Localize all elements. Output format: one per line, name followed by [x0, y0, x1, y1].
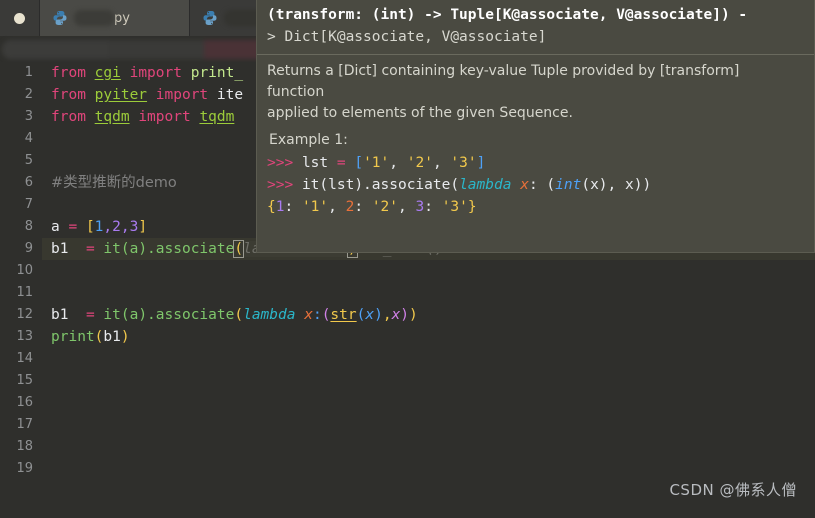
example-lambda-keyword: lambda	[459, 177, 512, 193]
lambda-arg: x	[365, 307, 375, 323]
variable-b1: b1	[51, 307, 69, 323]
module-name: pyiter	[94, 87, 148, 103]
doc-example-label: Example 1:	[269, 132, 348, 148]
keyword-from: from	[51, 109, 86, 125]
assign-operator: =	[68, 219, 78, 235]
example-assign: =	[336, 155, 346, 171]
print-argument: b1	[103, 329, 121, 345]
code-line-3[interactable]: from tqdm import tqdm	[42, 106, 234, 128]
documentation-popup[interactable]: (transform: (int) -> Tuple[K@associate, …	[256, 0, 815, 253]
keyword-import: import	[138, 109, 191, 125]
doc-description-line-3: applied to elements of the given Sequenc…	[267, 105, 573, 121]
line-number: 12	[16, 307, 33, 322]
repl-prompt: >>>	[267, 155, 294, 171]
method-call-chain: it(a).associate	[103, 241, 235, 257]
code-comment: #类型推断的demo	[51, 175, 177, 191]
caret-bracket-open: (	[233, 240, 245, 258]
editor-tab-active[interactable]: py	[40, 0, 190, 36]
line-number: 4	[24, 131, 33, 146]
code-line-6[interactable]: #类型推断的demo	[42, 172, 177, 194]
line-number-gutter: 1 2 3 4 5 6 7 8 9 10 11 12 13 14 15 16 1…	[0, 62, 42, 518]
example-list-literal: [	[354, 155, 364, 171]
lambda-param: x	[304, 307, 313, 323]
csdn-watermark: CSDN @佛系人僧	[669, 481, 797, 499]
lambda-arg-2: x	[391, 307, 401, 323]
line-number: 14	[16, 351, 33, 366]
bracket-open: [	[85, 219, 95, 235]
line-number: 10	[16, 263, 33, 278]
line-number: 13	[16, 329, 33, 344]
line-number: 1	[24, 65, 33, 80]
bracket-close: ]	[138, 219, 148, 235]
line-number: 19	[16, 461, 33, 476]
python-icon	[53, 11, 67, 25]
variable-a: a	[51, 219, 60, 235]
line-number: 6	[24, 175, 33, 190]
line-number: 18	[16, 439, 33, 454]
example-result: {	[267, 199, 276, 215]
print-call: print	[51, 329, 95, 345]
doc-description-line-1: Returns a [Dict] containing key-value Tu…	[267, 63, 740, 79]
assign-operator: =	[85, 307, 95, 323]
keyword-from: from	[51, 87, 86, 103]
editor-tab-active-label: py	[74, 10, 130, 26]
code-line-8[interactable]: a = [1,2,3]	[42, 216, 147, 238]
builtin-str: str	[330, 307, 357, 323]
example-lambda-param: x	[520, 177, 529, 193]
variable-b1: b1	[51, 241, 69, 257]
imported-name: print_	[190, 65, 244, 81]
doc-example-code: >>> lst = ['1', '2', '3'] >>> it(lst).as…	[267, 155, 652, 215]
modified-dot-icon	[14, 12, 25, 24]
tab-modified-indicator-strip[interactable]	[0, 0, 40, 36]
doc-signature-continuation: > Dict[K@associate, V@associate]	[267, 29, 547, 45]
keyword-import: import	[155, 87, 209, 103]
python-icon	[203, 11, 217, 25]
repl-prompt: >>>	[267, 177, 294, 193]
line-number: 7	[24, 197, 33, 212]
imported-name: ite	[216, 87, 244, 103]
code-line-2[interactable]: from pyiter import ite	[42, 84, 243, 106]
assign-operator: =	[85, 241, 95, 257]
line-number: 2	[24, 87, 33, 102]
keyword-import: import	[129, 65, 182, 81]
line-number: 17	[16, 417, 33, 432]
line-number: 5	[24, 153, 33, 168]
line-number: 3	[24, 109, 33, 124]
method-call-chain: it(a).associate	[103, 307, 235, 323]
example-variable: lst	[301, 155, 329, 171]
example-call: it(lst).associate(	[301, 177, 460, 193]
line-number: 15	[16, 373, 33, 388]
imported-name: tqdm	[199, 109, 235, 125]
doc-description-line-2: function	[267, 84, 325, 100]
doc-description: Returns a [Dict] containing key-value Tu…	[257, 55, 814, 124]
keyword-from: from	[51, 65, 86, 81]
ide-window: py ... 1 2 3	[0, 0, 815, 518]
doc-signature: (transform: (int) -> Tuple[K@associate, …	[257, 0, 814, 54]
module-name: tqdm	[94, 109, 130, 125]
line-number: 9	[24, 241, 33, 256]
code-line-1[interactable]: from cgi import print_	[42, 62, 243, 84]
code-line-13[interactable]: print(b1)	[42, 326, 130, 348]
redacted-filename	[74, 10, 114, 26]
doc-signature-main: (transform: (int) -> Tuple[K@associate, …	[267, 7, 748, 23]
module-name: cgi	[94, 65, 121, 81]
number-literal: 2	[112, 219, 121, 235]
code-line-12[interactable]: b1 = it(a).associate(lambda x:(str(x),x)…	[42, 304, 418, 326]
line-number: 11	[16, 285, 33, 300]
line-number: 8	[24, 219, 33, 234]
line-number: 16	[16, 395, 33, 410]
lambda-keyword: lambda	[243, 307, 296, 323]
